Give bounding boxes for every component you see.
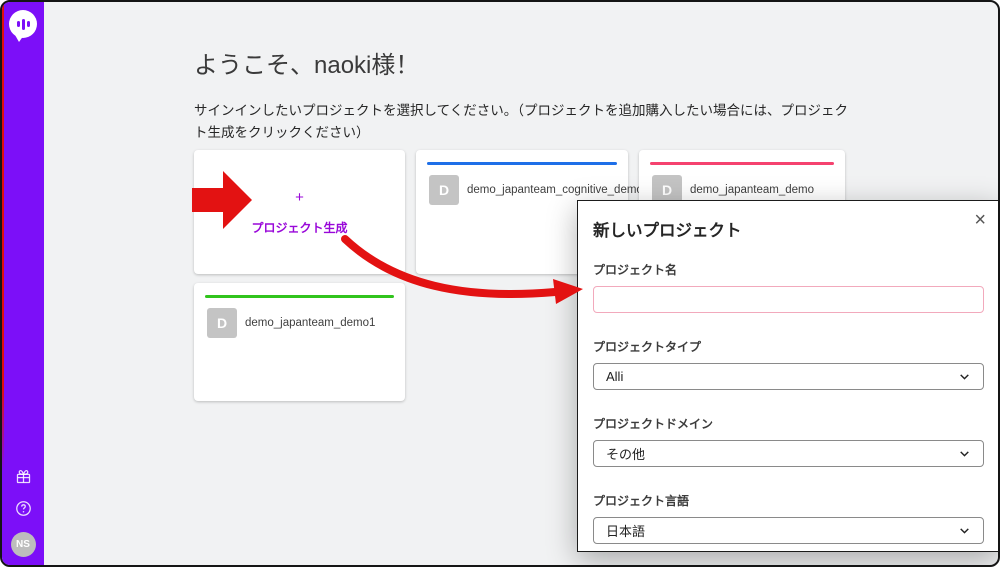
logo-waveform-bar (16, 21, 20, 27)
project-type-select[interactable]: Alli (593, 363, 984, 390)
logo-waveform-bar (21, 18, 25, 30)
project-name-input[interactable] (593, 286, 984, 313)
page-subtitle: サインインしたいプロジェクトを選択してください。（プロジェクトを追加購入したい場… (194, 103, 848, 140)
plus-icon: + (295, 188, 304, 206)
left-edge-red-line (2, 2, 4, 472)
logo-waveform-bar (26, 21, 30, 27)
page-title: ようこそ、naoki様！ (194, 52, 420, 79)
project-domain-select[interactable]: その他 (593, 440, 984, 467)
project-language-select[interactable]: 日本語 (593, 517, 984, 544)
project-card-row: D demo_japanteam_demo1 (207, 308, 397, 338)
sidebar-bottom-group: NS (2, 468, 44, 557)
project-name-label: プロジェクト名 (593, 263, 678, 277)
chevron-down-icon (960, 528, 969, 534)
card-accent-bar (427, 162, 617, 165)
close-icon[interactable]: × (974, 210, 986, 230)
project-title: demo_japanteam_demo1 (245, 317, 376, 329)
project-avatar: D (429, 175, 459, 205)
create-project-label: プロジェクト生成 (251, 220, 348, 235)
project-language-label: プロジェクト言語 (593, 494, 690, 508)
sidebar: NS (2, 2, 44, 565)
app-window: NS ようこそ、naoki様！ サインインしたいプロジェクトを選択してください。… (0, 0, 1000, 567)
project-domain-label: プロジェクトドメイン (593, 417, 714, 431)
project-card[interactable]: D demo_japanteam_demo1 (194, 283, 405, 401)
gift-icon[interactable] (15, 468, 32, 485)
project-title: demo_japanteam_demo (690, 184, 815, 196)
project-title: demo_japanteam_cognitive_demo1 (467, 184, 650, 196)
create-project-card[interactable]: + プロジェクト生成 (194, 150, 405, 274)
card-accent-bar (650, 162, 834, 165)
project-avatar: D (207, 308, 237, 338)
project-type-value: Alli (606, 369, 624, 384)
chevron-down-icon (960, 374, 969, 380)
modal-title: 新しいプロジェクト (593, 222, 742, 240)
chevron-down-icon (960, 451, 969, 457)
project-type-label: プロジェクトタイプ (593, 340, 702, 354)
project-domain-value: その他 (606, 447, 646, 462)
alli-chat-logo[interactable] (9, 10, 37, 42)
card-accent-bar (205, 295, 394, 298)
help-icon[interactable] (15, 500, 32, 517)
user-avatar[interactable]: NS (10, 532, 36, 557)
project-language-value: 日本語 (606, 524, 646, 539)
new-project-modal: × 新しいプロジェクト プロジェクト名 プロジェクトタイプ Alli プロジェク… (577, 200, 998, 552)
